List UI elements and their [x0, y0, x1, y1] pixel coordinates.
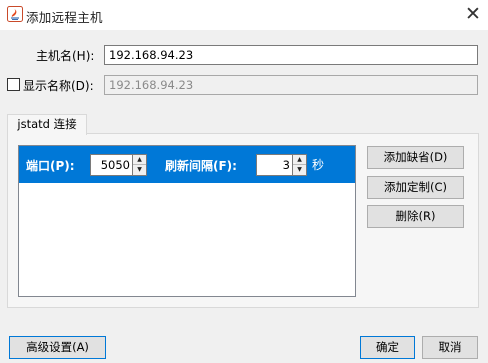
spin-down-icon[interactable]: ▼	[133, 165, 146, 175]
refresh-interval-label: 刷新间隔(F):	[165, 159, 237, 173]
advanced-settings-button[interactable]: 高级设置(A)	[9, 336, 106, 359]
port-label: 端口(P):	[26, 159, 75, 173]
spin-up-icon[interactable]: ▲	[293, 155, 306, 165]
seconds-unit-label: 秒	[312, 158, 325, 172]
close-icon[interactable]: ✕	[461, 2, 485, 26]
display-name-checkbox[interactable]	[7, 78, 20, 91]
display-name-input: 192.168.94.23	[104, 75, 478, 95]
tab-jstatd[interactable]: jstatd 连接	[7, 114, 87, 135]
host-name-input[interactable]: 192.168.94.23	[104, 45, 478, 65]
spin-down-icon[interactable]: ▼	[293, 165, 306, 175]
spin-up-icon[interactable]: ▲	[133, 155, 146, 165]
java-app-icon	[7, 6, 23, 22]
add-custom-button[interactable]: 添加定制(C)	[367, 176, 464, 199]
port-spinner[interactable]: ▲ ▼	[133, 154, 147, 176]
add-default-button[interactable]: 添加缺省(D)	[367, 146, 464, 169]
refresh-interval-input[interactable]: 3	[256, 154, 293, 176]
cancel-button[interactable]: 取消	[422, 336, 478, 359]
window-title: 添加远程主机	[26, 10, 103, 25]
port-input[interactable]: 5050	[90, 154, 133, 176]
delete-button[interactable]: 删除(R)	[367, 205, 464, 228]
refresh-interval-spinner[interactable]: ▲ ▼	[293, 154, 307, 176]
display-name-label[interactable]: 显示名称(D):	[23, 77, 94, 94]
ok-button[interactable]: 确定	[360, 336, 415, 359]
host-name-label: 主机名(H):	[36, 49, 95, 63]
